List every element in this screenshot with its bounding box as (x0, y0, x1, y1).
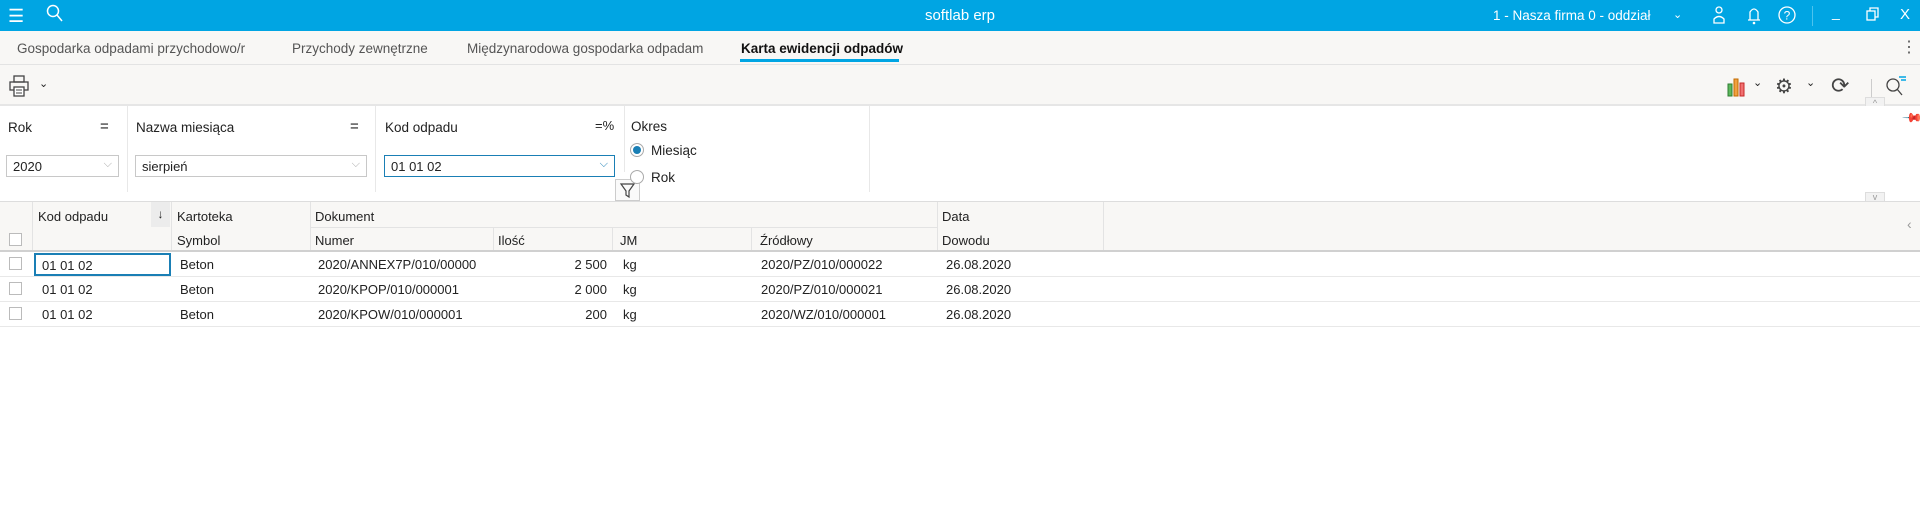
kod-odpadu-operator[interactable]: =% (595, 118, 614, 133)
tab-gospodarka-odpadami[interactable]: Gospodarka odpadami przychodowo/r (17, 41, 257, 56)
cell-data[interactable]: 26.08.2020 (946, 307, 1011, 322)
restore-icon[interactable] (1866, 7, 1880, 24)
more-options-icon[interactable]: ⋮ (1901, 37, 1917, 57)
cell-data[interactable]: 26.08.2020 (946, 282, 1011, 297)
bell-icon[interactable] (1747, 5, 1761, 28)
print-icon[interactable] (9, 75, 29, 100)
column-kod-odpadu[interactable]: Kod odpadu (38, 209, 108, 224)
cell-kod[interactable]: 01 01 02 (34, 253, 171, 276)
divider (375, 106, 376, 192)
tab-karta-ewidencji-odpadow[interactable]: Karta ewidencji odpadów (741, 41, 903, 56)
column-data[interactable]: Data (942, 209, 969, 224)
cell-zrodlowy[interactable]: 2020/PZ/010/000022 (761, 257, 882, 272)
row-checkbox[interactable] (9, 257, 22, 270)
cell-jm[interactable]: kg (623, 257, 637, 272)
title-bar: ☰ softlab erp 1 - Nasza firma 0 - oddzia… (0, 0, 1920, 31)
refresh-icon[interactable]: ⟳ (1831, 73, 1849, 99)
row-checkbox[interactable] (9, 307, 22, 320)
side-panel-expand-icon[interactable]: ‹ (1907, 216, 1912, 232)
column-numer[interactable]: Numer (315, 233, 354, 248)
okres-miesiac-radio[interactable] (630, 143, 644, 157)
grid-header: Kod odpadu ↓ Kartoteka Symbol Dokument N… (0, 202, 1920, 252)
rok-value: 2020 (13, 159, 42, 174)
kod-odpadu-select[interactable]: 01 01 02 ⌵ (384, 155, 615, 177)
chevron-down-icon: ⌵ (103, 158, 112, 170)
search-filter-icon[interactable] (1885, 75, 1907, 100)
okres-rok-radio[interactable] (630, 170, 644, 184)
okres-miesiac-label: Miesiąc (651, 143, 697, 158)
divider (1812, 6, 1813, 26)
cell-zrodlowy[interactable]: 2020/WZ/010/000001 (761, 307, 886, 322)
cell-jm[interactable]: kg (623, 307, 637, 322)
cell-kod[interactable]: 01 01 02 (42, 307, 93, 322)
cell-ilosc[interactable]: 200 (493, 307, 607, 322)
gear-chevron-icon[interactable]: ⌄ (1806, 76, 1815, 89)
nazwa-miesiaca-label: Nazwa miesiąca (136, 120, 235, 135)
okres-label: Okres (631, 119, 668, 134)
sort-down-icon[interactable]: ↓ (151, 202, 170, 227)
cell-data[interactable]: 26.08.2020 (946, 257, 1011, 272)
column-ilosc[interactable]: Ilość (498, 233, 525, 248)
chevron-down-icon: ⌵ (351, 158, 360, 170)
filter-panel: Rok = 2020 ⌵ Nazwa miesiąca = sierpień ⌵ K… (0, 106, 1920, 202)
cell-kod[interactable]: 01 01 02 (42, 282, 93, 297)
rok-operator[interactable]: = (100, 118, 109, 135)
table-row[interactable]: 01 01 02 Beton 2020/KPOP/010/000001 2 00… (0, 277, 1920, 302)
cell-symbol[interactable]: Beton (180, 282, 214, 297)
divider (869, 106, 870, 192)
cell-numer[interactable]: 2020/KPOW/010/000001 (318, 307, 490, 322)
toolbar: ⌄ ⌄ ⚙ ⌄ ⟳ ^ (0, 65, 1920, 108)
cell-ilosc[interactable]: 2 500 (493, 257, 607, 272)
row-checkbox[interactable] (9, 282, 22, 295)
tab-bar: Gospodarka odpadami przychodowo/r Przych… (0, 31, 1920, 65)
kod-value: 01 01 02 (391, 159, 442, 174)
select-all-checkbox[interactable] (9, 233, 22, 246)
miesiac-value: sierpień (142, 159, 188, 174)
cell-ilosc[interactable]: 2 000 (493, 282, 607, 297)
chart-icon[interactable] (1727, 77, 1747, 100)
table-row[interactable]: 01 01 02 Beton 2020/KPOW/010/000001 200 … (0, 302, 1920, 327)
chart-chevron-icon[interactable]: ⌄ (1753, 76, 1762, 89)
column-group-dokument: Dokument (315, 209, 375, 224)
kod-odpadu-label: Kod odpadu (385, 120, 458, 135)
cell-symbol[interactable]: Beton (180, 257, 214, 272)
rok-label: Rok (8, 120, 33, 135)
column-kartoteka[interactable]: Kartoteka (177, 209, 233, 224)
minimize-icon[interactable]: _ (1832, 4, 1840, 20)
chevron-down-icon[interactable]: ⌄ (1673, 8, 1682, 21)
chevron-down-icon: ⌵ (599, 158, 608, 170)
gear-icon[interactable]: ⚙ (1775, 74, 1793, 99)
nazwa-miesiaca-select[interactable]: sierpień ⌵ (135, 155, 367, 177)
okres-rok-label: Rok (651, 170, 676, 185)
table-row[interactable]: 01 01 02 Beton 2020/ANNEX7P/010/00000 2 … (0, 252, 1920, 277)
divider (624, 106, 625, 172)
cell-symbol[interactable]: Beton (180, 307, 214, 322)
collapse-down-button[interactable]: v (1865, 192, 1885, 202)
help-icon[interactable]: ? (1777, 5, 1797, 28)
pin-icon[interactable]: 📌 (1901, 107, 1920, 130)
nazwa-miesiaca-operator[interactable]: = (350, 118, 359, 135)
user-icon[interactable] (1712, 5, 1726, 28)
column-jm[interactable]: JM (620, 233, 637, 248)
divider (1871, 79, 1872, 97)
tab-przychody-zewnetrzne[interactable]: Przychody zewnętrzne (292, 41, 428, 56)
column-dowodu[interactable]: Dowodu (942, 233, 990, 248)
active-tab-indicator (740, 59, 899, 62)
divider (127, 106, 128, 192)
tab-miedzynarodowa-gospodarka[interactable]: Międzynarodowa gospodarka odpadam (467, 41, 707, 56)
print-chevron-icon[interactable]: ⌄ (39, 77, 48, 90)
column-zrodlowy[interactable]: Źródłowy (760, 233, 813, 248)
cell-jm[interactable]: kg (623, 282, 637, 297)
cell-numer[interactable]: 2020/KPOP/010/000001 (318, 282, 490, 297)
column-symbol[interactable]: Symbol (177, 233, 220, 248)
cell-numer[interactable]: 2020/ANNEX7P/010/00000 (318, 257, 490, 272)
cell-zrodlowy[interactable]: 2020/PZ/010/000021 (761, 282, 882, 297)
company-selector[interactable]: 1 - Nasza firma 0 - oddział (1493, 8, 1651, 23)
svg-text:?: ? (1784, 9, 1791, 23)
close-icon[interactable]: X (1900, 6, 1910, 23)
rok-select[interactable]: 2020 ⌵ (6, 155, 119, 177)
